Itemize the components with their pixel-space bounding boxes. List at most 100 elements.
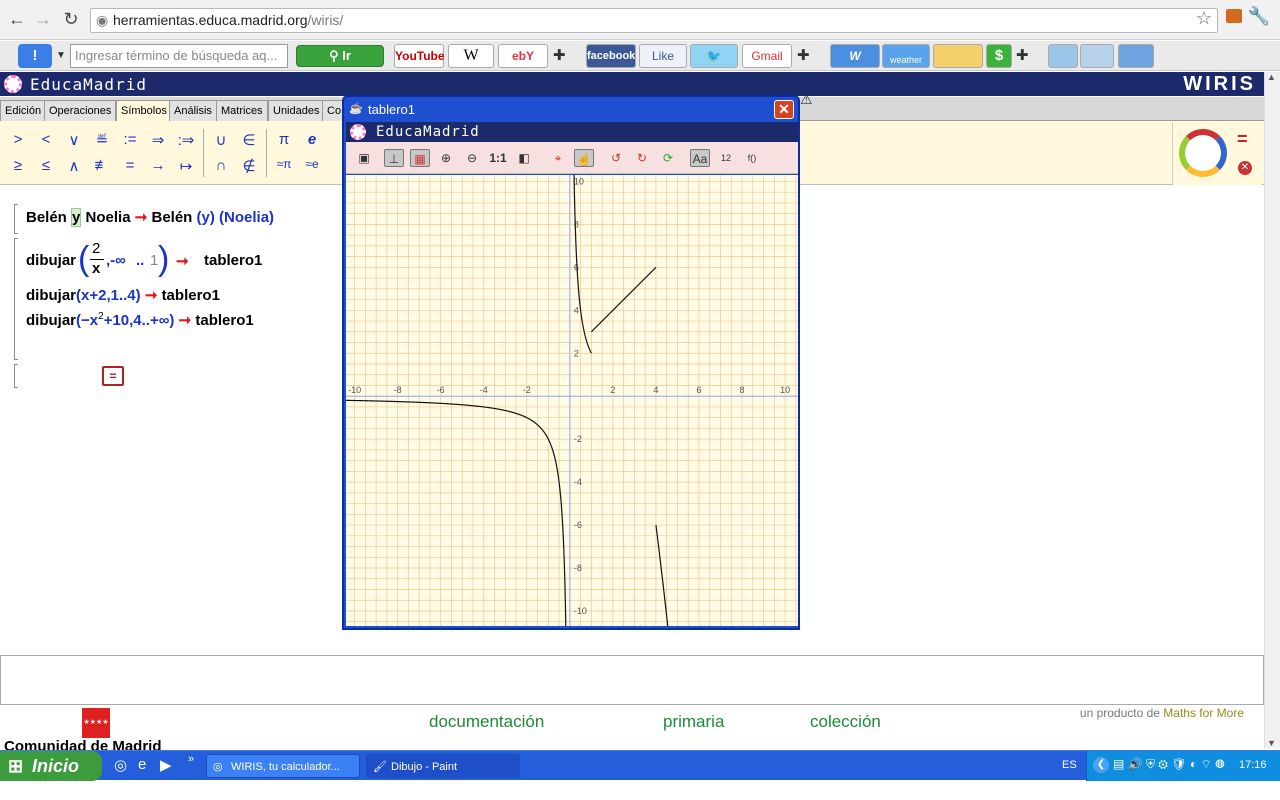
chrome-quicklaunch-icon[interactable]: ◎: [114, 756, 127, 774]
save-icon[interactable]: ▣: [354, 149, 374, 167]
window-close-button[interactable]: ✕: [774, 100, 794, 119]
extension-icon[interactable]: [1226, 9, 1242, 23]
symbol-le[interactable]: ≤: [34, 157, 58, 174]
symbol-implies[interactable]: ⇒: [146, 131, 170, 149]
expression-line-3[interactable]: dibujar(x+2,1..4) ➞ tablero1: [26, 286, 220, 304]
tab-simbolos[interactable]: Símbolos: [116, 100, 172, 121]
symbol-ineq[interactable]: ≢: [90, 157, 114, 174]
symbol-e[interactable]: e: [300, 131, 324, 148]
grid-icon[interactable]: ▦: [410, 149, 430, 167]
crosshair-icon[interactable]: ⌖: [548, 149, 568, 167]
symbol-approx-e[interactable]: ≈e: [300, 157, 324, 171]
symbol-or[interactable]: ∨: [62, 131, 86, 149]
wikipedia-bookmark[interactable]: W: [448, 44, 494, 68]
symbol-approx-pi[interactable]: ≈π: [272, 157, 296, 171]
vertical-scrollbar[interactable]: ▲ ▼: [1264, 72, 1280, 748]
tab-operaciones[interactable]: Operaciones: [44, 100, 117, 121]
symbol-ge[interactable]: ≥: [6, 157, 30, 174]
forward-icon[interactable]: →: [32, 9, 54, 30]
label-icon[interactable]: Aa: [690, 149, 710, 167]
zoom-reset-button[interactable]: 1:1: [488, 149, 508, 167]
start-button[interactable]: ⊞ Inicio: [0, 751, 102, 781]
calendar-icon[interactable]: [933, 44, 983, 68]
gamepad-icon[interactable]: [1080, 44, 1114, 68]
photos-icon[interactable]: [1048, 44, 1078, 68]
ticket-icon[interactable]: [1118, 44, 1154, 68]
bookmark-star-icon[interactable]: ☆: [1196, 8, 1212, 29]
tab-edicion[interactable]: Edición: [0, 100, 47, 121]
hand-icon[interactable]: ☝: [574, 149, 594, 167]
add-icon[interactable]: ✚: [797, 46, 810, 64]
like-bookmark[interactable]: Like: [639, 44, 687, 68]
toolbar-search-input[interactable]: Ingresar término de búsqueda aq...: [70, 44, 288, 68]
evaluate-icon[interactable]: =: [1237, 129, 1248, 150]
axes-icon[interactable]: ⊥: [384, 149, 404, 167]
link-coleccion[interactable]: colección: [810, 712, 881, 732]
symbol-eq-def[interactable]: ≝: [90, 131, 114, 149]
tray-expand-icon[interactable]: ❮: [1093, 757, 1109, 773]
language-indicator[interactable]: ES: [1062, 759, 1077, 771]
tab-analisis[interactable]: Análisis: [169, 100, 217, 121]
go-button[interactable]: ⚲ Ir: [296, 45, 384, 67]
symbol-assign[interactable]: :=: [118, 131, 142, 148]
contrast-icon[interactable]: ◧: [514, 149, 534, 167]
tab-matrices[interactable]: Matrices: [216, 100, 268, 121]
scroll-down-icon[interactable]: ▼: [1267, 738, 1276, 748]
address-bar[interactable]: ◉ herramientas.educa.madrid.org/wiris/: [90, 8, 1218, 33]
facebook-bookmark[interactable]: facebook: [586, 44, 636, 68]
w-bookmark[interactable]: W: [830, 44, 880, 68]
symbol-intersection[interactable]: ∩: [209, 157, 233, 174]
graph-plot[interactable]: -10 -8 -6 -4 -2 2 4 6 8 10108642-2-4-6-8-10: [346, 175, 798, 626]
symbol-not-in[interactable]: ∉: [237, 157, 261, 175]
task-paint[interactable]: 🖌 Dibujo - Paint: [366, 754, 520, 778]
media-quicklaunch-icon[interactable]: ▶: [160, 756, 172, 774]
evaluate-button[interactable]: =: [102, 366, 124, 386]
rotate-left-icon[interactable]: ↺: [606, 149, 626, 167]
zoom-in-icon[interactable]: ⊕: [436, 149, 456, 167]
twitter-bird-icon[interactable]: 🐦: [690, 44, 738, 68]
money-bookmark[interactable]: $: [986, 44, 1012, 68]
popup-app-header: EducaMadrid: [346, 122, 798, 142]
ie-quicklaunch-icon[interactable]: e: [138, 756, 146, 773]
toolbar-logo-icon[interactable]: !: [18, 44, 52, 68]
graph-window[interactable]: ☕ tablero1 ✕ EducaMadrid ▣ ⊥ ▦ ⊕ ⊖ 1:1 ◧…: [342, 95, 800, 630]
tab-unidades[interactable]: Unidades: [268, 100, 325, 121]
symbol-gt[interactable]: >: [6, 131, 30, 148]
expression-line-4[interactable]: dibujar(−x2+10,4..+∞) ➞ tablero1: [26, 311, 254, 329]
wrench-icon[interactable]: 🔧: [1248, 6, 1270, 27]
youtube-bookmark[interactable]: YouTube: [394, 44, 445, 68]
chevron-down-icon[interactable]: ▼: [56, 50, 66, 61]
symbol-and[interactable]: ∧: [62, 157, 86, 175]
add-icon[interactable]: ✚: [553, 46, 566, 64]
link-primaria[interactable]: primaria: [663, 712, 724, 732]
reload-icon[interactable]: ↻: [60, 9, 82, 30]
scroll-up-icon[interactable]: ▲: [1267, 72, 1276, 82]
ebay-bookmark[interactable]: ebY: [498, 44, 548, 68]
expression-line-1[interactable]: Belén y Noelia ➞ Belén (y) (Noelia): [26, 208, 274, 227]
formula-icon[interactable]: f(): [742, 149, 762, 167]
symbol-mapsto[interactable]: ↦: [174, 157, 198, 175]
refresh-icon[interactable]: ⟳: [658, 149, 678, 167]
weather-bookmark[interactable]: weather: [882, 44, 930, 68]
add-icon[interactable]: ✚: [1016, 46, 1029, 64]
gmail-bookmark[interactable]: Gmail: [742, 44, 792, 68]
clock[interactable]: 17:16: [1239, 759, 1267, 771]
more-icon[interactable]: »: [188, 753, 194, 765]
back-icon[interactable]: ←: [6, 9, 28, 30]
rotate-right-icon[interactable]: ↻: [632, 149, 652, 167]
symbol-lt[interactable]: <: [34, 131, 58, 148]
credit-brand-link[interactable]: Maths for More: [1163, 706, 1244, 720]
close-icon[interactable]: ✕: [1238, 161, 1252, 175]
zoom-out-icon[interactable]: ⊖: [462, 149, 482, 167]
symbol-equal[interactable]: =: [118, 157, 142, 174]
task-wiris[interactable]: ◎ WIRIS, tu calculador...: [206, 754, 360, 778]
bottom-panel[interactable]: [0, 655, 1264, 705]
tray-apps-icon[interactable]: ▤ 🔊 ⛨ ⚙ 🛡 ◐ ⌔ ◍: [1113, 757, 1225, 772]
numbers-icon[interactable]: 12: [716, 149, 736, 167]
link-documentacion[interactable]: documentación: [429, 712, 544, 732]
symbol-rule[interactable]: :⇒: [174, 131, 198, 149]
symbol-in[interactable]: ∈: [237, 131, 261, 149]
symbol-pi[interactable]: π: [272, 131, 296, 148]
symbol-arrow[interactable]: →: [146, 157, 170, 174]
symbol-union[interactable]: ∪: [209, 131, 233, 149]
